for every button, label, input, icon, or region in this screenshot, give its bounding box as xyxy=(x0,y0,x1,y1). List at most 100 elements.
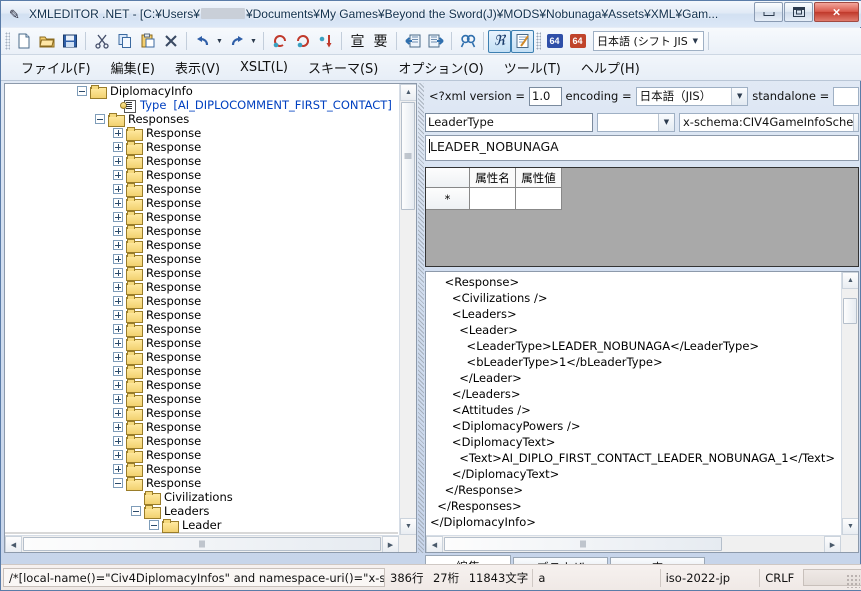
copy-icon[interactable] xyxy=(113,30,136,53)
xml-version-input[interactable]: 1.0 xyxy=(529,86,562,106)
expand-toggle-icon[interactable] xyxy=(113,324,123,334)
collapse-toggle-icon[interactable] xyxy=(77,86,87,96)
attribute-grid-row[interactable]: * xyxy=(426,188,858,210)
tree-node-response[interactable]: Response xyxy=(5,280,398,295)
expand-toggle-icon[interactable] xyxy=(113,170,123,180)
source-horizontal-scrollbar[interactable]: ◀ ▶ xyxy=(426,535,841,552)
tree-node-responses[interactable]: Responses xyxy=(5,112,398,127)
collapse-toggle-icon[interactable] xyxy=(131,506,141,516)
redo-icon[interactable] xyxy=(225,30,248,53)
undo-dropdown-arrow[interactable]: ▼ xyxy=(214,30,225,53)
collapse-toggle-icon[interactable] xyxy=(113,478,123,488)
standalone-select[interactable] xyxy=(833,86,859,106)
expand-toggle-icon[interactable] xyxy=(113,394,123,404)
tree-node-leaders[interactable]: Leaders xyxy=(5,504,398,519)
tree-node-response[interactable]: Response xyxy=(5,308,398,323)
encoding-combobox[interactable]: 日本語 (シフト JIS ▼ xyxy=(593,31,704,51)
expand-toggle-icon[interactable] xyxy=(113,198,123,208)
tree-node-civilizations[interactable]: Civilizations xyxy=(5,490,398,505)
tree-node-response[interactable]: Response xyxy=(5,448,398,463)
encoding-select[interactable]: 日本語（JIS） ▼ xyxy=(635,86,749,106)
scroll-down-arrow[interactable]: ▼ xyxy=(400,518,416,535)
resize-grip[interactable] xyxy=(846,574,860,588)
tree-node-type[interactable]: Type [AI_DIPLOCOMMENT_FIRST_CONTACT] xyxy=(5,98,398,113)
attr-name-cell[interactable] xyxy=(470,188,516,210)
tree-node-response[interactable]: Response xyxy=(5,350,398,365)
expand-toggle-icon[interactable] xyxy=(113,254,123,264)
cut-icon[interactable] xyxy=(90,30,113,53)
menu-file[interactable]: ファイル(F) xyxy=(11,56,101,79)
tree-node-response[interactable]: Response xyxy=(5,224,398,239)
refresh-right-icon[interactable] xyxy=(291,30,314,53)
expand-toggle-icon[interactable] xyxy=(113,268,123,278)
expand-toggle-icon[interactable] xyxy=(113,422,123,432)
element-name-input[interactable]: LeaderType xyxy=(425,112,593,132)
redo-dropdown-arrow[interactable]: ▼ xyxy=(248,30,259,53)
namespace-select[interactable]: ▼ xyxy=(597,112,675,132)
xml-source-view[interactable]: <Response> <Civilizations /> <Leaders> <… xyxy=(425,271,859,553)
undo-icon[interactable] xyxy=(191,30,214,53)
paste-icon[interactable] xyxy=(136,30,159,53)
tree-node-response[interactable]: Response xyxy=(5,322,398,337)
charset-64-red-icon[interactable]: 64 xyxy=(566,30,589,53)
chevron-down-icon[interactable]: ▼ xyxy=(853,113,858,131)
regex-tool-icon[interactable]: ℜ xyxy=(488,29,511,53)
scroll-left-arrow[interactable]: ◀ xyxy=(426,536,443,552)
expand-toggle-icon[interactable] xyxy=(113,128,123,138)
xml-tree-pane[interactable]: DiplomacyInfo Type [AI_DIPLOCOMMENT_FIRS… xyxy=(4,83,417,553)
scroll-thumb[interactable] xyxy=(843,298,857,324)
expand-toggle-icon[interactable] xyxy=(113,352,123,362)
expand-toggle-icon[interactable] xyxy=(113,366,123,376)
menu-options[interactable]: オプション(O) xyxy=(388,56,493,79)
tree-node-response[interactable]: Response xyxy=(5,434,398,449)
chevron-down-icon[interactable]: ▼ xyxy=(658,113,674,131)
menu-view[interactable]: 表示(V) xyxy=(165,56,230,79)
scroll-up-arrow[interactable]: ▲ xyxy=(842,272,858,289)
tree-node-response[interactable]: Response xyxy=(5,126,398,141)
tree-node-response[interactable]: Response xyxy=(5,266,398,281)
scroll-down-arrow[interactable]: ▼ xyxy=(842,518,858,535)
save-file-icon[interactable] xyxy=(58,30,81,53)
chevron-down-icon[interactable]: ▼ xyxy=(688,37,703,45)
tree-node-response[interactable]: Response xyxy=(5,462,398,477)
declare-kanji-button[interactable]: 宣 xyxy=(346,30,369,53)
prev-node-icon[interactable] xyxy=(401,30,424,53)
tree-horizontal-scrollbar[interactable]: ◀ ▶ xyxy=(5,535,399,552)
source-vertical-scrollbar[interactable]: ▲ ▼ xyxy=(841,272,858,535)
scroll-right-arrow[interactable]: ▶ xyxy=(824,536,841,552)
expand-toggle-icon[interactable] xyxy=(113,436,123,446)
attr-value-cell[interactable] xyxy=(516,188,562,210)
scroll-thumb[interactable] xyxy=(401,102,415,210)
chevron-down-icon[interactable]: ▼ xyxy=(731,87,748,105)
tree-node-response[interactable]: Response xyxy=(5,336,398,351)
expand-toggle-icon[interactable] xyxy=(113,380,123,390)
tree-node-response[interactable]: Response xyxy=(5,140,398,155)
expand-toggle-icon[interactable] xyxy=(113,296,123,306)
expand-toggle-icon[interactable] xyxy=(113,240,123,250)
tree-node-response[interactable]: Response xyxy=(5,210,398,225)
tree-node-leadertype[interactable]: LeaderType [LEADER_NOBUNAGA] xyxy=(5,532,398,534)
tree-node-response[interactable]: Response xyxy=(5,168,398,183)
apply-down-icon[interactable] xyxy=(314,30,337,53)
scroll-thumb[interactable] xyxy=(23,537,381,551)
toolbar-grip[interactable] xyxy=(5,32,10,50)
expand-toggle-icon[interactable] xyxy=(113,184,123,194)
tree-node-response[interactable]: Response xyxy=(5,406,398,421)
expand-toggle-icon[interactable] xyxy=(113,338,123,348)
maximize-button[interactable] xyxy=(784,2,813,22)
expand-toggle-icon[interactable] xyxy=(113,142,123,152)
tree-node-response[interactable]: Response xyxy=(5,420,398,435)
menu-edit[interactable]: 編集(E) xyxy=(101,56,165,79)
tree-node-diplomacyinfo[interactable]: DiplomacyInfo xyxy=(5,84,398,99)
delete-icon[interactable] xyxy=(159,30,182,53)
tree-node-response[interactable]: Response xyxy=(5,182,398,197)
charset-64-blue-icon[interactable]: 64 xyxy=(543,30,566,53)
tree-node-response[interactable]: Response xyxy=(5,252,398,267)
scroll-left-arrow[interactable]: ◀ xyxy=(5,536,22,552)
refresh-left-icon[interactable] xyxy=(268,30,291,53)
minimize-button[interactable] xyxy=(754,2,783,22)
tree-node-response[interactable]: Response xyxy=(5,294,398,309)
expand-toggle-icon[interactable] xyxy=(113,450,123,460)
next-node-icon[interactable] xyxy=(424,30,447,53)
menu-help[interactable]: ヘルプ(H) xyxy=(571,56,650,79)
